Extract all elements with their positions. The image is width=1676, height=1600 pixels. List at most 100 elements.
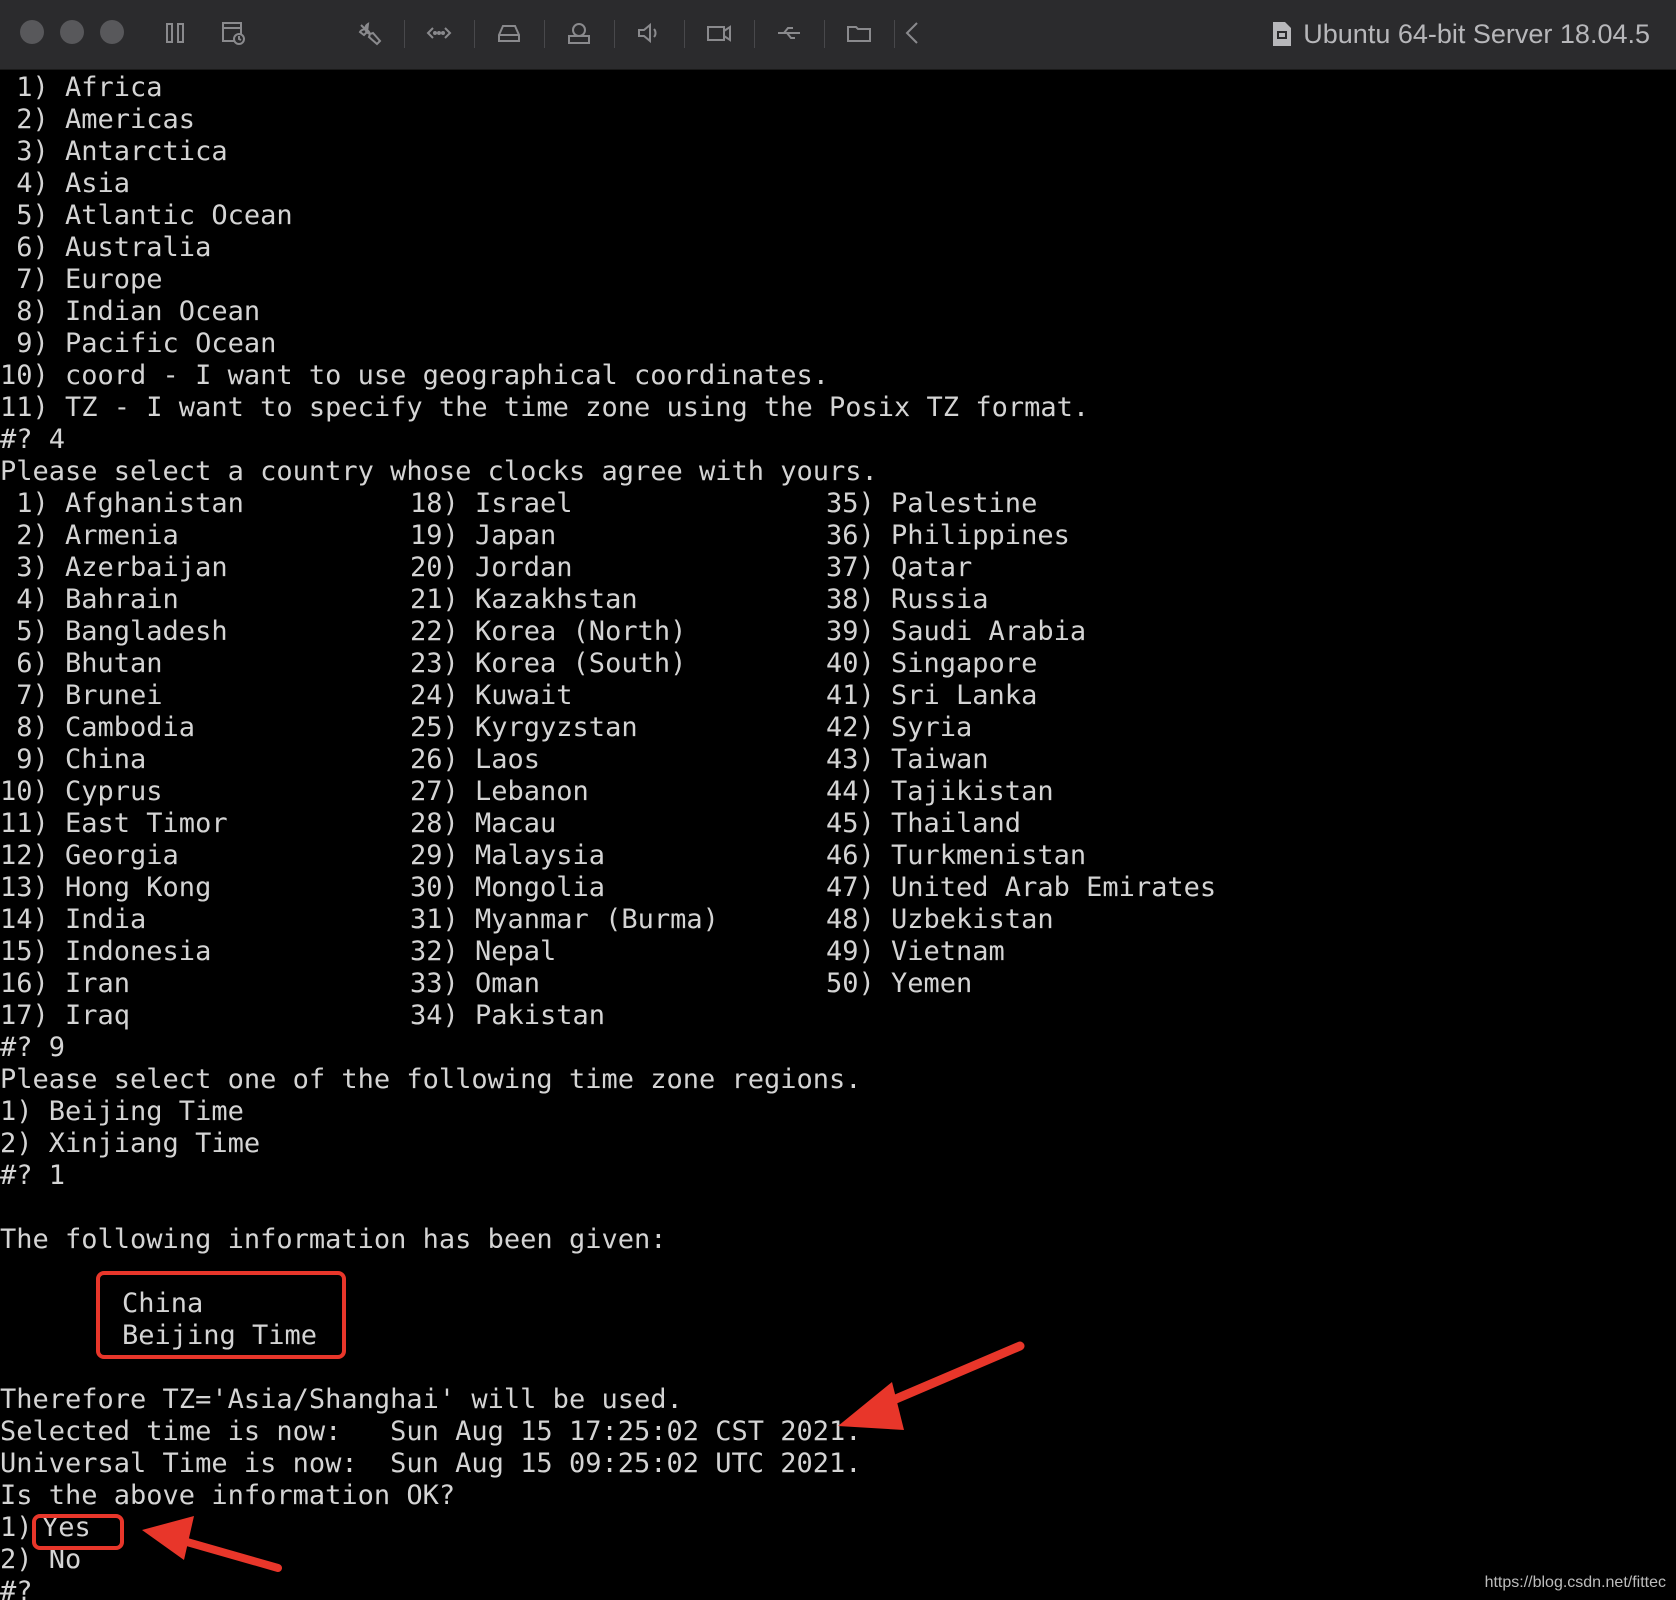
continent-option: 7) Europe: [0, 264, 163, 295]
country-option: 47) United Arab Emirates: [826, 872, 1217, 903]
country-option: 2) Armenia: [0, 520, 179, 551]
country-option: 44) Tajikistan: [826, 776, 1054, 807]
country-option: 36) Philippines: [826, 520, 1070, 551]
continent-option: 1) Africa: [0, 72, 163, 103]
harddisk-icon[interactable]: [494, 18, 524, 48]
toolbar-separator: [474, 20, 475, 48]
window-title-group: Ubuntu 64-bit Server 18.04.5: [1271, 14, 1650, 54]
country-option: 16) Iran: [0, 968, 131, 999]
country-option: 38) Russia: [826, 584, 989, 615]
country-option: 46) Turkmenistan: [826, 840, 1087, 871]
country-option: 19) Japan: [410, 520, 557, 551]
country-option: 42) Syria: [826, 712, 973, 743]
country-option: 31) Myanmar (Burma): [410, 904, 719, 935]
country-option: 20) Jordan: [410, 552, 573, 583]
terminal-console[interactable]: 1) Africa 2) Americas 3) Antarctica 4) A…: [0, 72, 1676, 1600]
continent-option: 9) Pacific Ocean: [0, 328, 277, 359]
country-option: 11) East Timor: [0, 808, 228, 839]
region-option: 1) Beijing Time: [0, 1096, 244, 1127]
country-option: 23) Korea (South): [410, 648, 687, 679]
window-close-button[interactable]: [20, 20, 44, 44]
prompt-line: #? 4: [0, 424, 66, 455]
country-option: 48) Uzbekistan: [826, 904, 1054, 935]
country-option: 41) Sri Lanka: [826, 680, 1038, 711]
toolbar-separator: [754, 20, 755, 48]
country-option: 35) Palestine: [826, 488, 1038, 519]
vm-window: Ubuntu 64-bit Server 18.04.5 1) Africa 2…: [0, 0, 1676, 1600]
country-option: 29) Malaysia: [410, 840, 606, 871]
country-option: 26) Laos: [410, 744, 541, 775]
country-option: 22) Korea (North): [410, 616, 687, 647]
country-option: 25) Kyrgyzstan: [410, 712, 638, 743]
country-option: 21) Kazakhstan: [410, 584, 638, 615]
watermark: https://blog.csdn.net/fittec: [1484, 1574, 1666, 1591]
country-option: 8) Cambodia: [0, 712, 196, 743]
continent-option: 6) Australia: [0, 232, 212, 263]
continent-option: 4) Asia: [0, 168, 131, 199]
country-option: 10) Cyprus: [0, 776, 163, 807]
continent-option: 3) Antarctica: [0, 136, 228, 167]
country-option: 28) Macau: [410, 808, 557, 839]
suspend-icon[interactable]: [160, 18, 190, 48]
network-icon[interactable]: [424, 18, 454, 48]
vm-document-icon: [1271, 21, 1293, 47]
usb-icon[interactable]: [774, 18, 804, 48]
country-option: 27) Lebanon: [410, 776, 589, 807]
country-option: 5) Bangladesh: [0, 616, 228, 647]
continent-option: 8) Indian Ocean: [0, 296, 261, 327]
sound-icon[interactable]: [634, 18, 664, 48]
country-option: 7) Brunei: [0, 680, 163, 711]
country-option: 33) Oman: [410, 968, 541, 999]
snapshot-icon[interactable]: [218, 18, 248, 48]
country-option: 50) Yemen: [826, 968, 973, 999]
window-zoom-button[interactable]: [100, 20, 124, 44]
back-chevron-icon[interactable]: [898, 18, 928, 48]
selected-time-line: Selected time is now: Sun Aug 15 17:25:0…: [0, 1416, 862, 1447]
country-option: 40) Singapore: [826, 648, 1038, 679]
universal-time-line: Universal Time is now: Sun Aug 15 09:25:…: [0, 1448, 862, 1479]
continent-option: 11) TZ - I want to specify the time zone…: [0, 392, 1090, 423]
country-option: 24) Kuwait: [410, 680, 573, 711]
window-title: Ubuntu 64-bit Server 18.04.5: [1303, 18, 1650, 49]
final-prompt: #?: [0, 1576, 33, 1600]
toolbar-separator: [544, 20, 545, 48]
country-option: 14) India: [0, 904, 147, 935]
country-option: 1) Afghanistan: [0, 488, 244, 519]
country-option: 6) Bhutan: [0, 648, 163, 679]
confirm-question: Is the above information OK?: [0, 1480, 456, 1511]
region-prompt: Please select one of the following time …: [0, 1064, 862, 1095]
country-option: 49) Vietnam: [826, 936, 1005, 967]
country-option: 9) China: [0, 744, 147, 775]
country-option: 43) Taiwan: [826, 744, 989, 775]
toolbar-separator: [684, 20, 685, 48]
prompt-line: #? 1: [0, 1160, 66, 1191]
country-prompt: Please select a country whose clocks agr…: [0, 456, 878, 487]
printer-icon[interactable]: [564, 18, 594, 48]
country-option: 39) Saudi Arabia: [826, 616, 1087, 647]
region-option: 2) Xinjiang Time: [0, 1128, 261, 1159]
country-option: 3) Azerbaijan: [0, 552, 228, 583]
camera-icon[interactable]: [704, 18, 734, 48]
highlight-box-yes: [32, 1514, 124, 1550]
country-option: 13) Hong Kong: [0, 872, 212, 903]
country-option: 15) Indonesia: [0, 936, 212, 967]
settings-wrench-icon[interactable]: [354, 18, 384, 48]
country-option: 17) Iraq: [0, 1000, 131, 1031]
country-option: 45) Thailand: [826, 808, 1022, 839]
toolbar-separator: [404, 20, 405, 48]
country-option: 37) Qatar: [826, 552, 973, 583]
country-option: 30) Mongolia: [410, 872, 606, 903]
window-minimize-button[interactable]: [60, 20, 84, 44]
country-option: 4) Bahrain: [0, 584, 179, 615]
country-option: 34) Pakistan: [410, 1000, 606, 1031]
toolbar-separator: [614, 20, 615, 48]
tz-line: Therefore TZ='Asia/Shanghai' will be use…: [0, 1384, 683, 1415]
toolbar-separator: [824, 20, 825, 48]
highlight-box-info: [96, 1271, 346, 1359]
shared-folder-icon[interactable]: [844, 18, 874, 48]
toolbar-separator: [894, 20, 895, 48]
prompt-line: #? 9: [0, 1032, 66, 1063]
country-option: 32) Nepal: [410, 936, 557, 967]
country-option: 18) Israel: [410, 488, 573, 519]
info-heading: The following information has been given…: [0, 1224, 667, 1255]
